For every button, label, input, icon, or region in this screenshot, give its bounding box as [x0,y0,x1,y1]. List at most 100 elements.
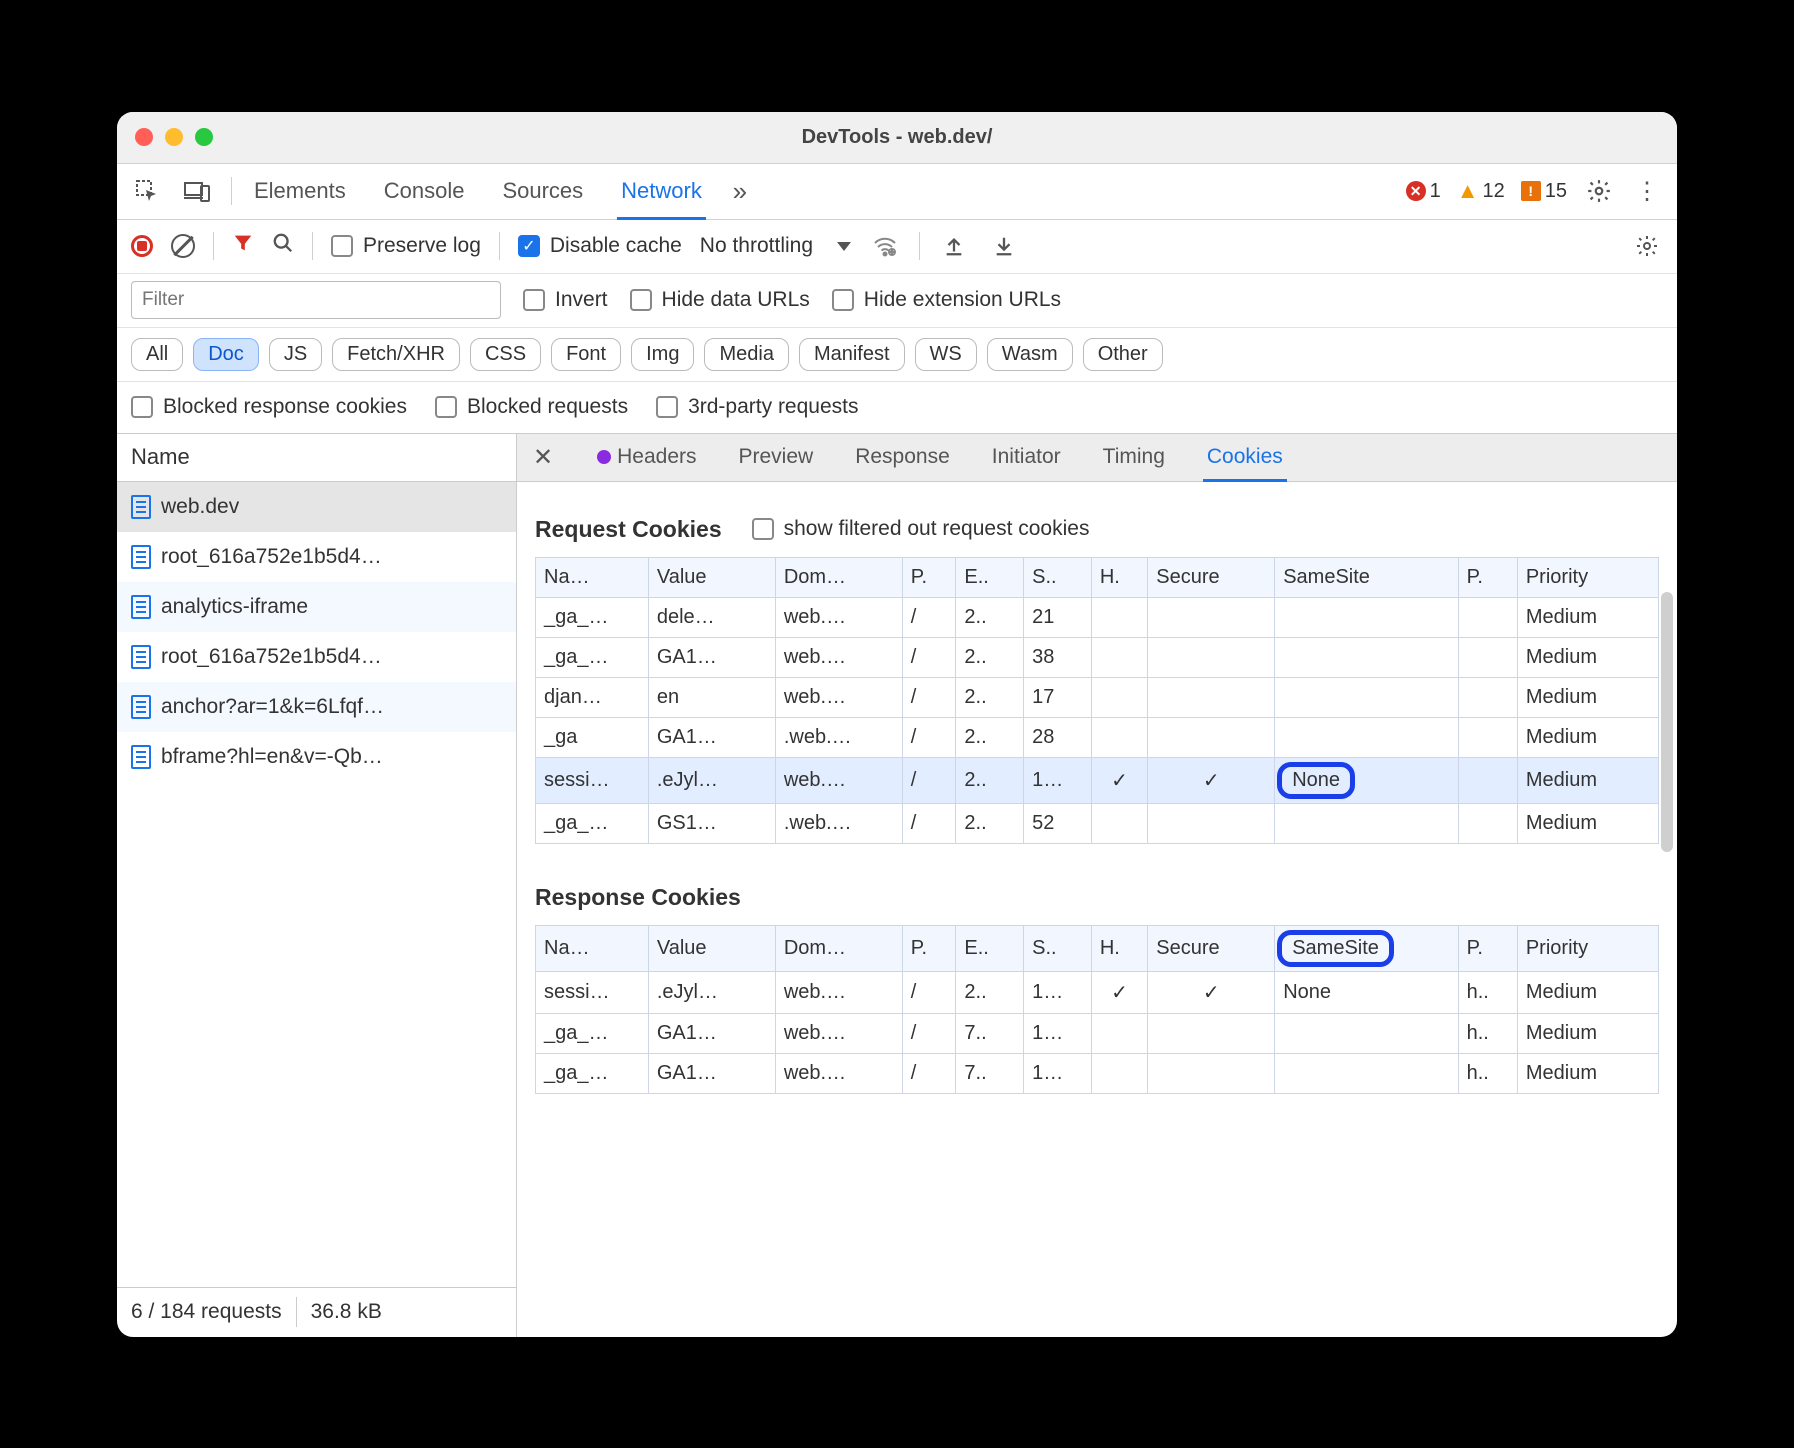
column-header[interactable]: SameSite [1275,557,1458,597]
scrollbar[interactable] [1661,592,1673,852]
cookie-row[interactable]: _ga_…GA1…web.…/7..1…h..Medium [536,1013,1659,1053]
column-header[interactable]: Na… [536,925,649,971]
detail-tab-headers[interactable]: Headers [593,434,700,481]
cookie-row[interactable]: _gaGA1….web.…/2..28Medium [536,717,1659,757]
request-cookies-table[interactable]: Na…ValueDom…P.E..S..H.SecureSameSiteP.Pr… [535,557,1659,844]
tab-sources[interactable]: Sources [498,164,587,219]
type-filter-js[interactable]: JS [269,338,322,371]
column-header[interactable]: Priority [1517,925,1658,971]
column-header[interactable]: Secure [1148,925,1275,971]
cookie-row[interactable]: _ga_…GA1…web.…/2..38Medium [536,637,1659,677]
close-window-icon[interactable] [135,128,153,146]
column-header[interactable]: E.. [956,557,1024,597]
name-column-header[interactable]: Name [117,434,516,482]
column-header[interactable]: P. [1458,925,1517,971]
request-row[interactable]: anchor?ar=1&k=6Lfqf… [117,682,516,732]
request-row[interactable]: web.dev [117,482,516,532]
hide-extension-urls-checkbox[interactable]: Hide extension URLs [832,288,1061,312]
network-settings-icon[interactable] [1631,230,1663,262]
blocked-requests-checkbox[interactable]: Blocked requests [435,395,628,419]
type-filter-media[interactable]: Media [704,338,788,371]
detail-tab-timing[interactable]: Timing [1099,434,1169,481]
warnings-badge[interactable]: ▲ 12 [1457,178,1505,204]
errors-badge[interactable]: ✕ 1 [1406,180,1441,203]
column-header[interactable]: Value [648,925,775,971]
detail-tab-response[interactable]: Response [851,434,954,481]
download-har-icon[interactable] [988,230,1020,262]
hide-data-urls-checkbox[interactable]: Hide data URLs [630,288,810,312]
detail-tab-initiator[interactable]: Initiator [988,434,1065,481]
type-filter-other[interactable]: Other [1083,338,1163,371]
type-filter-manifest[interactable]: Manifest [799,338,905,371]
cookie-row[interactable]: _ga_…dele…web.…/2..21Medium [536,597,1659,637]
request-row[interactable]: root_616a752e1b5d4… [117,632,516,682]
column-header[interactable]: H. [1091,557,1147,597]
upload-har-icon[interactable] [938,230,970,262]
cookie-row[interactable]: djan…enweb.…/2..17Medium [536,677,1659,717]
filter-toggle-icon[interactable] [232,232,254,260]
column-header[interactable]: Value [648,557,775,597]
close-detail-icon[interactable]: ✕ [523,443,563,472]
type-filter-font[interactable]: Font [551,338,621,371]
type-filter-ws[interactable]: WS [915,338,977,371]
tab-network[interactable]: Network [617,164,706,219]
throttling-select[interactable]: No throttling [700,234,851,258]
device-toolbar-icon[interactable] [181,175,213,207]
invert-checkbox[interactable]: Invert [523,288,608,312]
column-header[interactable]: Secure [1148,557,1275,597]
cookie-cell: _ga_… [536,803,649,843]
detail-tab-cookies[interactable]: Cookies [1203,434,1287,481]
tab-elements[interactable]: Elements [250,164,350,219]
record-icon[interactable] [131,235,153,257]
type-filter-all[interactable]: All [131,338,183,371]
clear-icon[interactable] [171,234,195,258]
more-tabs-icon[interactable]: » [724,175,756,207]
request-row[interactable]: bframe?hl=en&v=-Qb… [117,732,516,782]
detail-tab-preview[interactable]: Preview [735,434,818,481]
column-header[interactable]: Priority [1517,557,1658,597]
cookie-cell: web.… [775,757,902,803]
cookie-cell: GA1… [648,1053,775,1093]
type-filter-img[interactable]: Img [631,338,694,371]
cookie-row[interactable]: _ga_…GA1…web.…/7..1…h..Medium [536,1053,1659,1093]
show-filtered-checkbox[interactable]: show filtered out request cookies [752,517,1090,541]
request-row[interactable]: analytics-iframe [117,582,516,632]
cookie-row[interactable]: sessi….eJyl…web.…/2..1…✓✓NoneMedium [536,757,1659,803]
column-header[interactable]: Dom… [775,925,902,971]
minimize-window-icon[interactable] [165,128,183,146]
checkbox-icon [752,518,774,540]
type-filter-doc[interactable]: Doc [193,338,259,371]
cookie-cell: web.… [775,1053,902,1093]
column-header[interactable]: SameSite [1275,925,1458,971]
column-header[interactable]: S.. [1024,557,1092,597]
column-header[interactable]: E.. [956,925,1024,971]
kebab-menu-icon[interactable]: ⋮ [1631,175,1663,207]
disable-cache-checkbox[interactable]: ✓ Disable cache [518,234,682,258]
network-conditions-icon[interactable] [869,230,901,262]
blocked-cookies-checkbox[interactable]: Blocked response cookies [131,395,407,419]
column-header[interactable]: P. [902,925,956,971]
column-header[interactable]: Na… [536,557,649,597]
filter-input[interactable] [131,281,501,319]
preserve-log-checkbox[interactable]: Preserve log [331,234,481,258]
zoom-window-icon[interactable] [195,128,213,146]
column-header[interactable]: P. [1458,557,1517,597]
issues-badge[interactable]: ! 15 [1521,180,1567,203]
column-header[interactable]: H. [1091,925,1147,971]
inspect-element-icon[interactable] [131,175,163,207]
tab-console[interactable]: Console [380,164,469,219]
third-party-checkbox[interactable]: 3rd-party requests [656,395,858,419]
type-filter-css[interactable]: CSS [470,338,541,371]
type-filter-wasm[interactable]: Wasm [987,338,1073,371]
column-header[interactable]: S.. [1024,925,1092,971]
request-row[interactable]: root_616a752e1b5d4… [117,532,516,582]
settings-icon[interactable] [1583,175,1615,207]
column-header[interactable]: P. [902,557,956,597]
response-cookies-title: Response Cookies [535,884,741,911]
cookie-row[interactable]: _ga_…GS1….web.…/2..52Medium [536,803,1659,843]
column-header[interactable]: Dom… [775,557,902,597]
search-icon[interactable] [272,232,294,260]
cookie-row[interactable]: sessi….eJyl…web.…/2..1…✓✓Noneh..Medium [536,971,1659,1013]
response-cookies-table[interactable]: Na…ValueDom…P.E..S..H.SecureSameSiteP.Pr… [535,925,1659,1094]
type-filter-fetchxhr[interactable]: Fetch/XHR [332,338,460,371]
